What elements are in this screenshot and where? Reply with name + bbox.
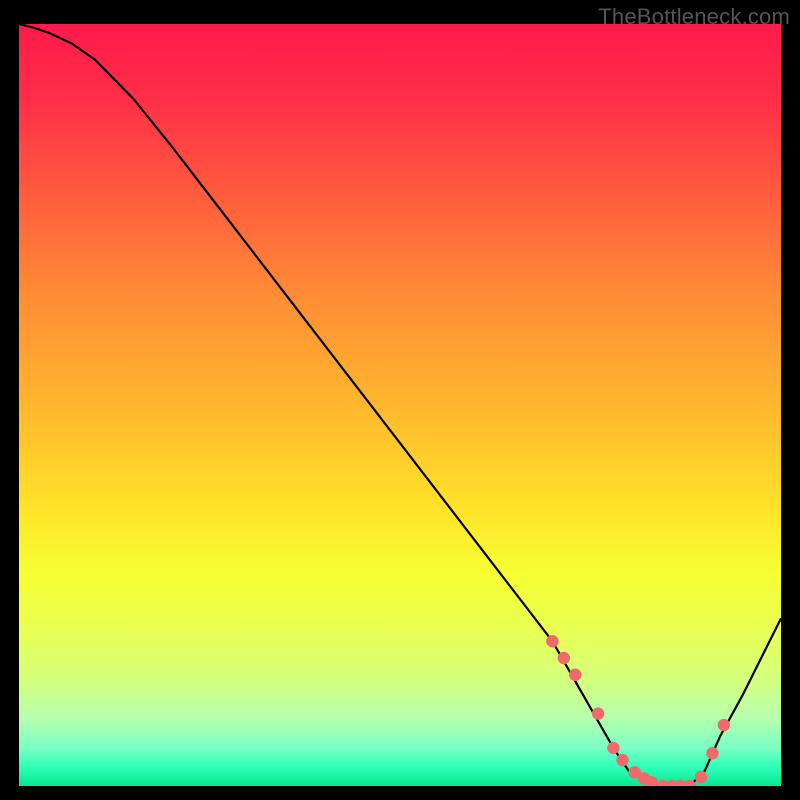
bottleneck-plot bbox=[19, 24, 781, 786]
marker-dot bbox=[718, 719, 730, 731]
marker-dot bbox=[706, 747, 718, 759]
marker-dot bbox=[695, 771, 707, 783]
marker-dot bbox=[546, 635, 558, 647]
marker-dot bbox=[616, 754, 628, 766]
chart-frame: TheBottleneck.com bbox=[0, 0, 800, 800]
marker-dot bbox=[558, 652, 570, 664]
marker-dot bbox=[607, 742, 619, 754]
watermark-text: TheBottleneck.com bbox=[598, 4, 790, 30]
plot-background-gradient bbox=[19, 24, 781, 786]
marker-dot bbox=[569, 669, 581, 681]
marker-dot bbox=[592, 707, 604, 719]
